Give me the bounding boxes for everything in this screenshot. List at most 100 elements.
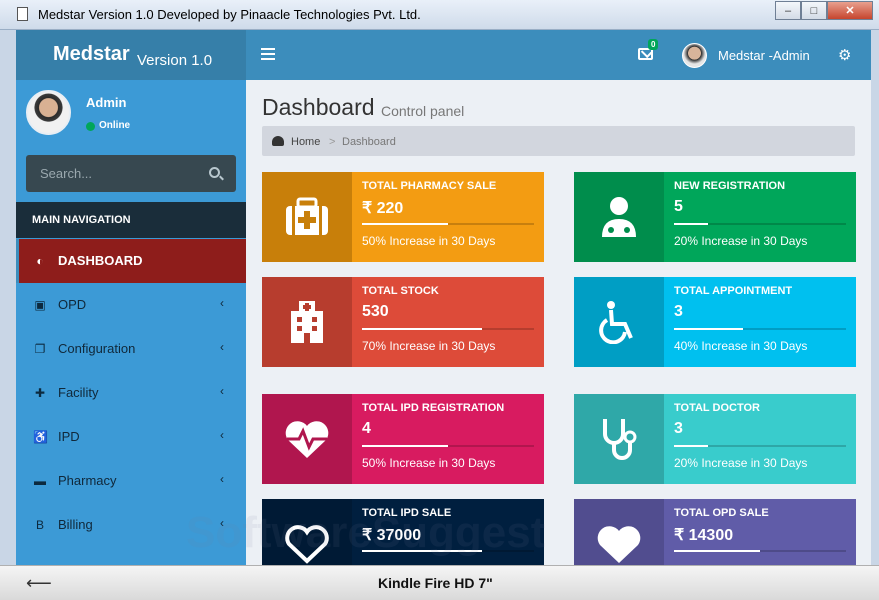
document-icon [17,7,28,21]
close-button[interactable]: ✕ [827,1,873,20]
info-box-progress-fill [674,328,743,330]
page-title: Dashboard [262,94,375,120]
sidebar-item-facility[interactable]: ✚ Facility ‹ [16,371,246,415]
info-box-value: ₹ 220 [362,200,404,217]
wheelchair-icon: ♿ [33,430,48,444]
medstar-app: Medstar Version 1.0 0 Medstar -Admin ⚙ A… [16,30,871,565]
stethoscope-icon [574,394,664,484]
bed-icon: ▬ [34,474,46,488]
info-box-value: 3 [674,303,683,320]
page-subtitle: Control panel [381,103,465,119]
sidebar-item-label: Pharmacy [58,473,117,488]
sidebar-item-label: Facility [58,385,99,400]
info-box-description: 70% Increase in 30 Days [362,339,496,353]
minimize-button[interactable]: – [775,1,801,20]
breadcrumb-home[interactable]: Home [291,136,320,148]
info-box-value: 530 [362,303,389,320]
user-avatar[interactable] [682,43,707,68]
info-box-total-appointment[interactable]: TOTAL APPOINTMENT 3 40% Increase in 30 Day… [574,277,856,367]
info-box-progress-fill [362,223,448,225]
online-status-icon [86,122,95,131]
sidebar-item-label: Billing [58,517,93,532]
online-status: Online [99,120,131,131]
breadcrumb-current: Dashboard [342,136,396,148]
info-box-title: TOTAL APPOINTMENT [674,285,793,297]
info-box-value: ₹ 14300 [674,527,734,544]
dashboard-icon [272,136,284,146]
sidebar-item-label: DASHBOARD [58,253,143,268]
plus-square-icon: ✚ [34,386,46,400]
sidebar-search [26,155,236,192]
info-box-description: 50% Increase in 30 Days [362,234,496,248]
info-box-new-registration[interactable]: NEW REGISTRATION 5 20% Increase in 30 Days [574,172,856,262]
search-input[interactable] [26,155,206,192]
watermark: SoftwareSuggest [186,508,546,557]
maximize-button[interactable]: □ [801,1,827,20]
sidebar-item-label: Configuration [58,341,136,356]
heart-icon [574,499,664,565]
info-box-title: TOTAL PHARMACY SALE [362,180,497,192]
info-box-total-pharmacy-sale[interactable]: TOTAL PHARMACY SALE ₹ 220 50% Increase in … [262,172,544,262]
user-md-icon [574,172,664,262]
info-box-progress [674,223,846,225]
sidebar-item-configuration[interactable]: ❐ Configuration ‹ [16,327,246,371]
app-window: Medstar Version 1.0 Developed by Pinaacl… [0,0,879,600]
wheelchair-icon [574,277,664,367]
heartbeat-icon [262,394,352,484]
config-icon: ❐ [34,342,46,356]
billing-icon: B [35,518,44,532]
chevron-left-icon: ‹ [220,384,224,398]
dashboard-icon: ◐ [36,254,44,268]
search-icon[interactable] [209,167,220,178]
back-arrow-icon[interactable]: ⟵ [26,573,52,594]
info-box-progress [362,223,534,225]
chevron-left-icon: ‹ [220,428,224,442]
info-box-progress-fill [674,223,709,225]
info-box-title: TOTAL DOCTOR [674,402,760,414]
hospital-icon [262,277,352,367]
info-box-progress-fill [362,445,448,447]
profile-name: Admin [86,95,127,110]
window-frame-left [0,30,16,565]
sidebar-toggle-icon[interactable] [261,48,275,60]
info-box-title: TOTAL OPD SALE [674,507,769,519]
nav-header: MAIN NAVIGATION [16,202,246,238]
info-box-title: NEW REGISTRATION [674,180,786,192]
info-box-total-opd-sale[interactable]: TOTAL OPD SALE ₹ 14300 [574,499,856,565]
profile-avatar [26,90,71,135]
sidebar-item-dashboard[interactable]: ◐ DASHBOARD [16,239,246,283]
info-box-title: TOTAL IPD REGISTRATION [362,402,505,414]
info-box-description: 20% Increase in 30 Days [674,456,808,470]
sidebar-item-opd[interactable]: ▣ OPD ‹ [16,283,246,327]
info-box-title: TOTAL STOCK [362,285,439,297]
brand-name: Medstar [53,43,130,65]
breadcrumb: Home > Dashboard [262,126,855,156]
info-box-value: 3 [674,420,683,437]
medkit-icon [262,172,352,262]
logo[interactable]: Medstar Version 1.0 [16,30,246,80]
info-box-progress-fill [362,328,483,330]
top-navbar: 0 Medstar -Admin ⚙ [246,30,871,80]
info-box-total-doctor[interactable]: TOTAL DOCTOR 3 20% Increase in 30 Days [574,394,856,484]
sidebar-item-label: OPD [58,297,87,312]
gears-icon[interactable]: ⚙ [838,46,851,64]
sidebar: Admin Online MAIN NAVIGATION ◐ DASHBOARD ▣… [16,80,246,565]
window-titlebar: Medstar Version 1.0 Developed by Pinaacl… [0,0,879,30]
sidebar-item-pharmacy[interactable]: ▬ Pharmacy ‹ [16,459,246,503]
info-box-total-ipd-registration[interactable]: TOTAL IPD REGISTRATION 4 50% Increase in 3… [262,394,544,484]
medkit-icon: ▣ [34,298,46,312]
chevron-left-icon: ‹ [220,340,224,354]
window-frame-right [871,30,879,565]
info-box-value: 5 [674,198,683,215]
info-box-progress [362,445,534,447]
info-box-progress [674,445,846,447]
user-menu[interactable]: Medstar -Admin [718,48,810,63]
info-box-total-stock[interactable]: TOTAL STOCK 530 70% Increase in 30 Days [262,277,544,367]
info-box-progress-fill [674,445,709,447]
sidebar-item-ipd[interactable]: ♿ IPD ‹ [16,415,246,459]
info-box-progress [674,550,846,552]
breadcrumb-separator: > [329,136,336,148]
chevron-left-icon: ‹ [220,472,224,486]
info-box-progress [362,328,534,330]
info-box-progress [674,328,846,330]
